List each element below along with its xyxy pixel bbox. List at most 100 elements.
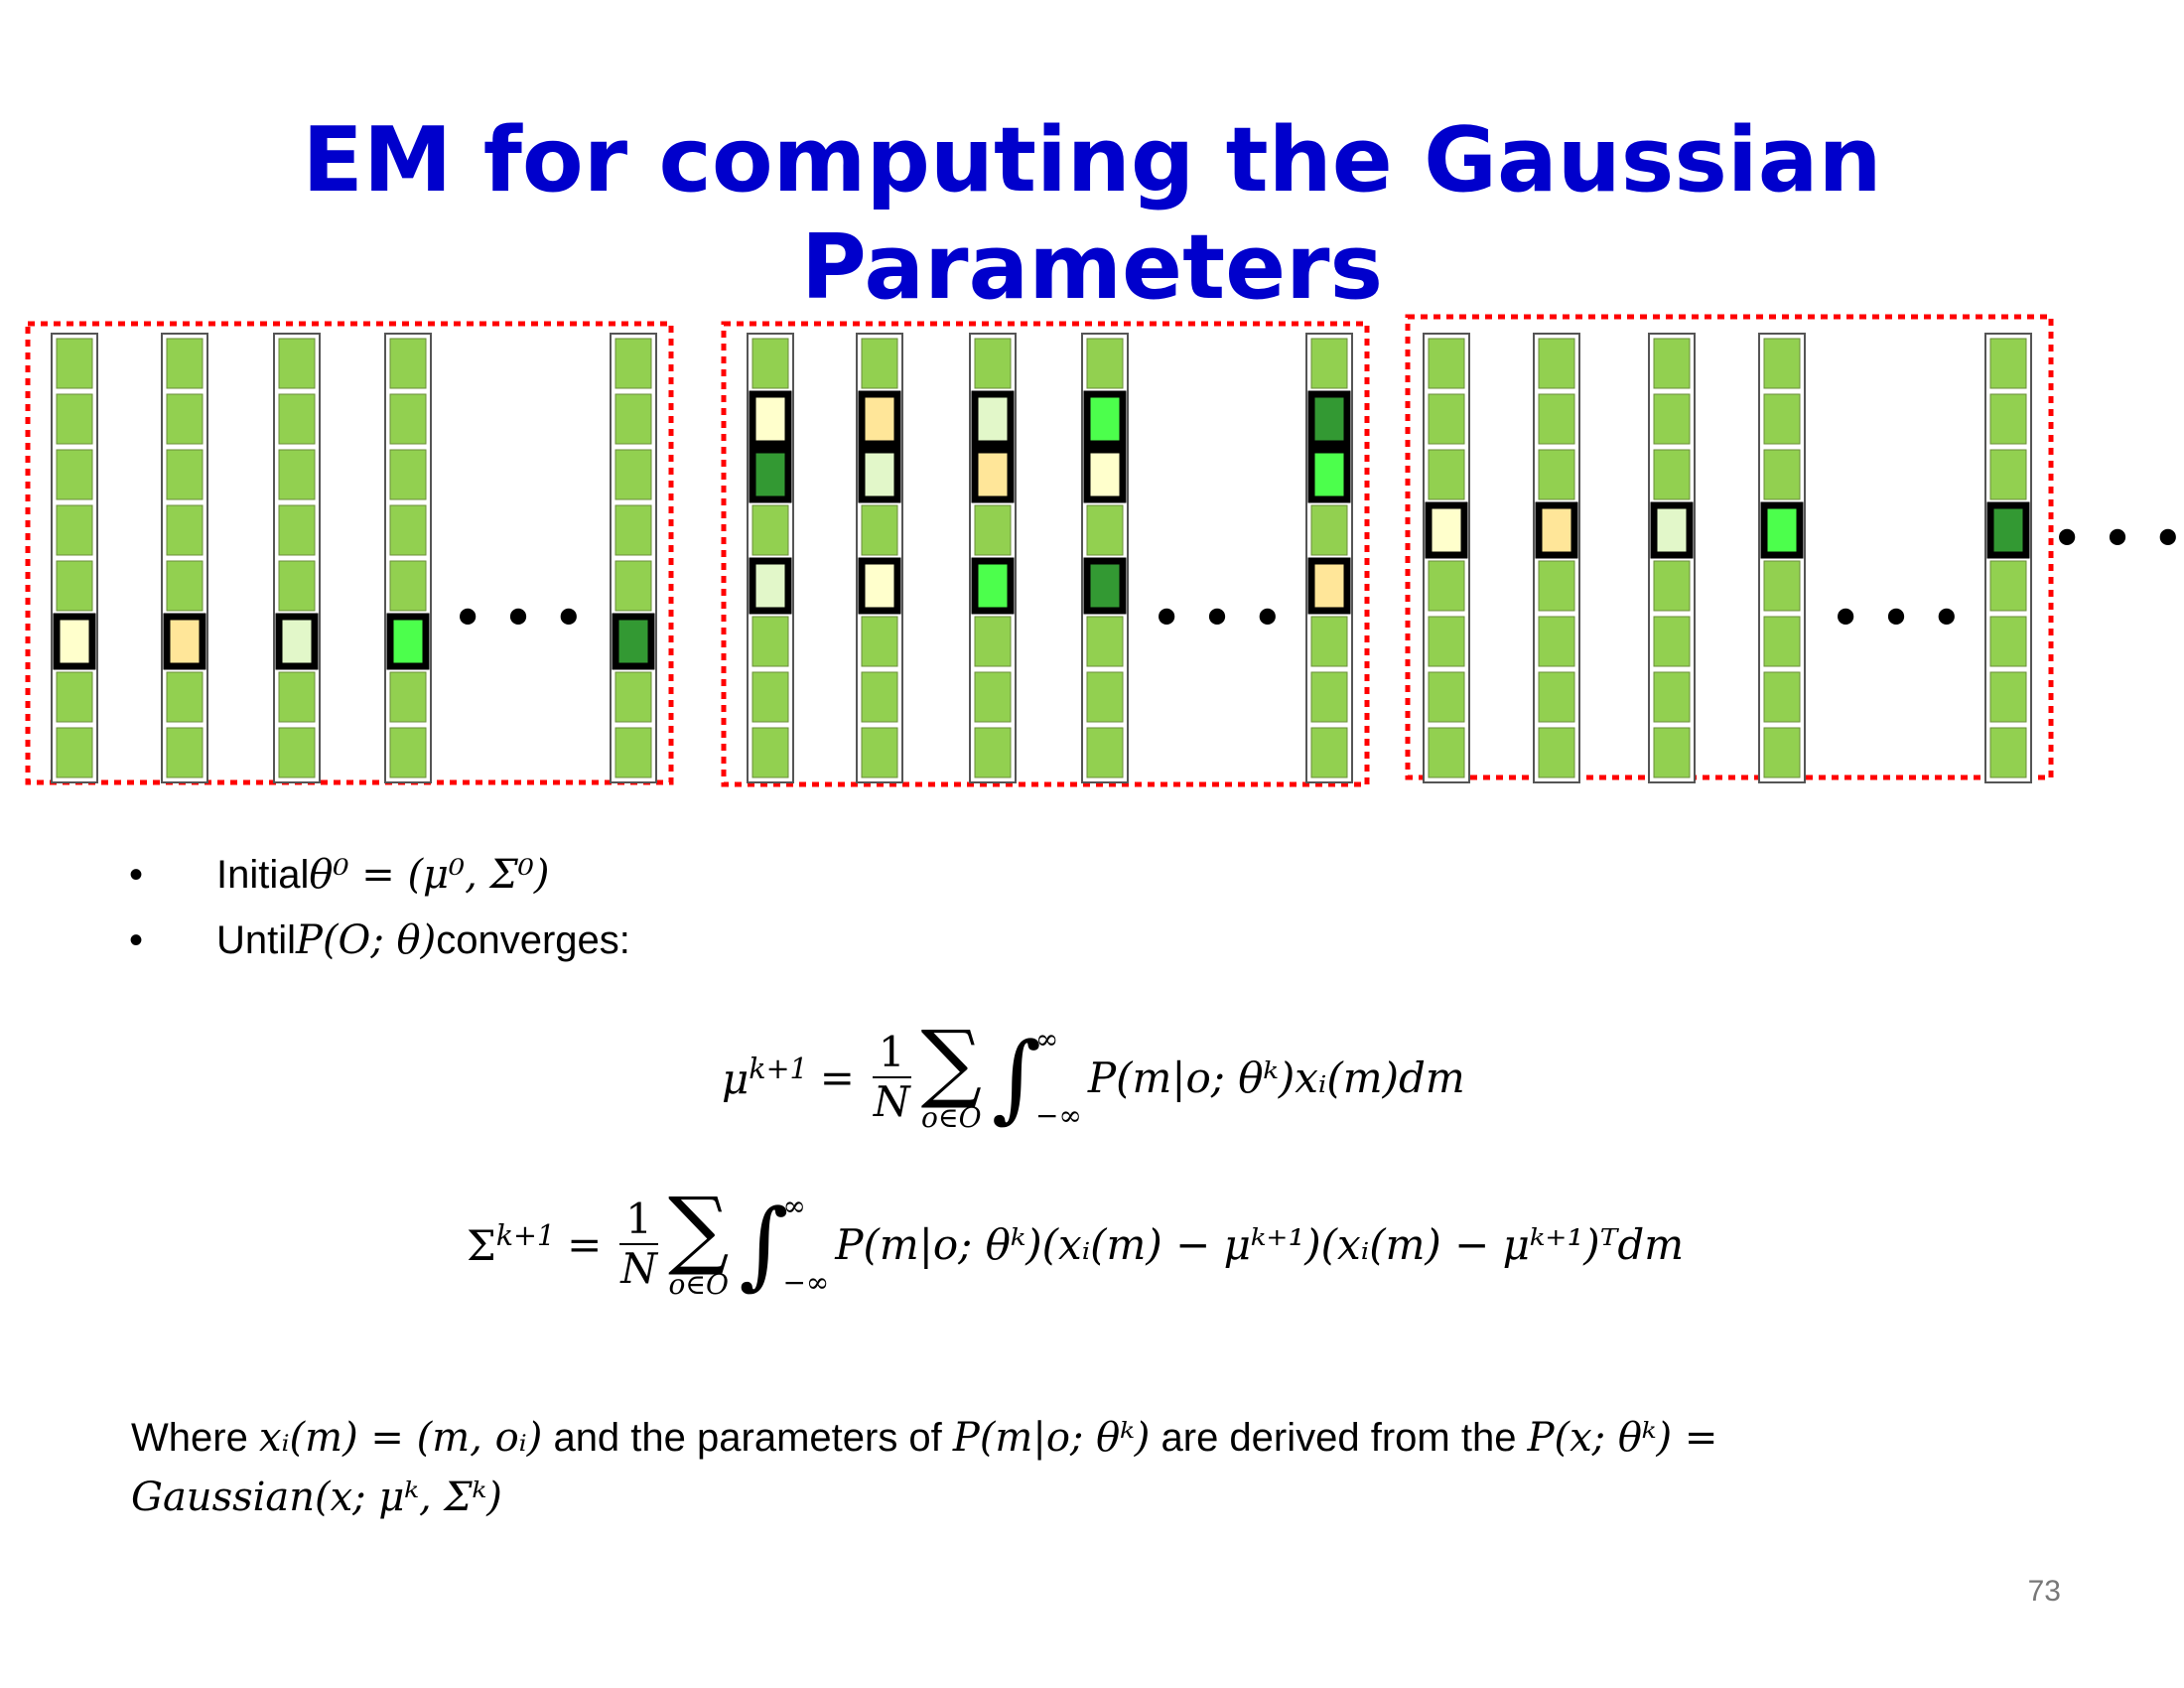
cell	[1310, 616, 1348, 667]
highlighted-cell	[1307, 557, 1351, 615]
where-text: are derived from the	[1150, 1416, 1528, 1460]
cell	[1763, 671, 1801, 723]
highlighted-cell	[971, 446, 1015, 503]
cell	[1086, 616, 1124, 667]
cell	[278, 338, 316, 389]
cell	[278, 393, 316, 445]
highlighted-cell	[1650, 501, 1694, 559]
cell	[1653, 393, 1691, 445]
bullet-text: Initial	[216, 853, 310, 897]
where-text: and the parameters of	[542, 1416, 953, 1460]
cell	[1653, 616, 1691, 667]
highlighted-cell	[1083, 446, 1127, 503]
cell	[1428, 727, 1465, 778]
cell	[614, 504, 652, 556]
eq-equals: =	[567, 1219, 603, 1269]
cell	[1989, 338, 2027, 389]
cell	[1310, 671, 1348, 723]
cell	[1428, 560, 1465, 612]
cell	[1763, 449, 1801, 500]
cell	[974, 616, 1012, 667]
cell	[1989, 560, 2027, 612]
mu-update-equation: μk+1 = 1N ∑ o∈O ∫ ∞ −∞ P(m|o; θᵏ)xᵢ(m)dm	[722, 1013, 1465, 1134]
cell	[1653, 338, 1691, 389]
bullet-text: Until	[216, 918, 297, 962]
dashed-group-border	[1405, 314, 2054, 780]
bullet-list: • Initial θ⁰ = (μ⁰, Σ⁰) • Until P(O; θ) …	[129, 842, 630, 973]
highlighted-cell	[1083, 390, 1127, 448]
cell	[1310, 727, 1348, 778]
cell	[1653, 671, 1691, 723]
cell	[751, 671, 789, 723]
highlighted-cell	[971, 557, 1015, 615]
cell	[1653, 560, 1691, 612]
cell	[56, 338, 93, 389]
cell	[974, 338, 1012, 389]
cell	[1989, 671, 2027, 723]
cell	[166, 560, 204, 612]
cell	[614, 338, 652, 389]
cell	[166, 727, 204, 778]
cell	[1086, 671, 1124, 723]
cell	[1538, 338, 1575, 389]
bullet-math: θ⁰ = (μ⁰, Σ⁰)	[309, 852, 550, 898]
cell	[974, 727, 1012, 778]
cell	[1763, 393, 1801, 445]
bullet-dot: •	[129, 853, 144, 897]
ellipsis-dots: • • •	[452, 587, 586, 651]
eq-lhs: μk+1	[722, 1052, 808, 1103]
ellipsis-dots: • • •	[1830, 587, 1964, 651]
eq-fraction: 1N	[872, 1027, 911, 1126]
cell	[1763, 560, 1801, 612]
cell	[278, 449, 316, 500]
cell	[614, 560, 652, 612]
bullet-item-initial: • Initial θ⁰ = (μ⁰, Σ⁰)	[129, 842, 630, 908]
highlighted-cell	[858, 390, 901, 448]
bullet-math: P(O; θ)	[296, 917, 437, 963]
cell	[389, 560, 427, 612]
cell	[1428, 393, 1465, 445]
dashed-group-border	[25, 321, 674, 785]
cell	[1538, 727, 1575, 778]
cell	[1086, 727, 1124, 778]
cell	[614, 727, 652, 778]
trailing-ellipsis: • • •	[2051, 507, 2184, 572]
cell	[56, 393, 93, 445]
highlighted-cell	[749, 446, 792, 503]
highlighted-cell	[858, 557, 901, 615]
cell	[1989, 393, 2027, 445]
bullet-text-tail: converges:	[436, 918, 630, 962]
cell	[751, 338, 789, 389]
eq-sum: ∑ o∈O	[920, 1013, 983, 1134]
cell	[389, 338, 427, 389]
column-panels: • • • • • • • • • • • •	[25, 314, 2184, 787]
cell	[614, 449, 652, 500]
sigma-update-equation: Σk+1 = 1N ∑ o∈O ∫ ∞ −∞ P(m|o; θᵏ)(xᵢ(m) − μ…	[467, 1180, 1685, 1301]
cell	[1538, 671, 1575, 723]
cell	[751, 616, 789, 667]
cell	[1428, 616, 1465, 667]
cell	[1989, 727, 2027, 778]
eq-integrand: P(m|o; θᵏ)(xᵢ(m) − μᵏ⁺¹)(xᵢ(m) − μᵏ⁺¹)ᵀd…	[835, 1219, 1685, 1269]
cell	[166, 449, 204, 500]
where-math: P(m|o; θᵏ)	[952, 1415, 1151, 1461]
where-paragraph: Where xᵢ(m) = (m, oᵢ) and the parameters…	[131, 1408, 2067, 1527]
eq-integral: ∫ ∞ −∞	[739, 1189, 830, 1300]
highlighted-cell	[612, 613, 655, 670]
cell	[1538, 616, 1575, 667]
eq-sum: ∑ o∈O	[668, 1180, 730, 1301]
cell	[166, 671, 204, 723]
highlighted-cell	[1083, 557, 1127, 615]
highlighted-cell	[1760, 501, 1804, 559]
ellipsis-dots: • • •	[1151, 587, 1285, 651]
cell	[1086, 504, 1124, 556]
cell	[56, 671, 93, 723]
cell	[751, 727, 789, 778]
highlighted-cell	[1986, 501, 2030, 559]
page-number: 73	[2027, 1575, 2061, 1608]
dashed-group-border	[721, 321, 1370, 787]
highlighted-cell	[53, 613, 96, 670]
cell	[1428, 671, 1465, 723]
cell	[614, 671, 652, 723]
cell	[389, 393, 427, 445]
